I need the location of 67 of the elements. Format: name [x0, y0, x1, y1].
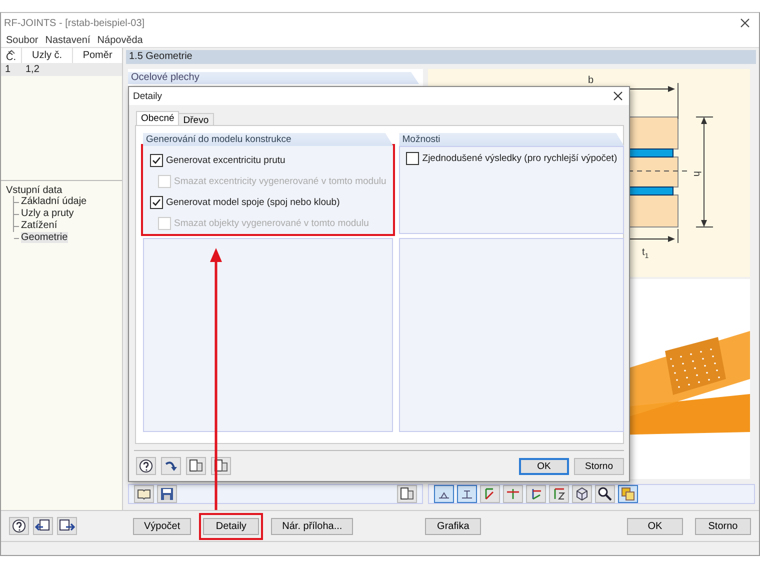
menu-item[interactable]: Nastavení — [45, 34, 90, 46]
cube-icon — [574, 486, 590, 502]
document-icon — [400, 487, 414, 501]
dialog-button[interactable]: OK — [519, 458, 569, 474]
dimension-label: t$_{1}$ — [642, 247, 649, 260]
axis-icon — [505, 486, 521, 502]
export-button[interactable] — [397, 485, 417, 503]
view-button[interactable] — [595, 485, 615, 503]
menu-item[interactable]: Nápověda — [97, 34, 143, 46]
option-label[interactable]: Generovat excentricitu prutu — [166, 154, 286, 166]
table-cell: 1,2 — [22, 63, 73, 76]
tree-item[interactable]: Uzly a pruty — [21, 208, 74, 219]
group-header: Generování do modelu konstrukce — [143, 133, 394, 146]
section-header: Ocelové plechy — [128, 72, 419, 84]
export-icon — [59, 519, 75, 533]
dialog-button[interactable]: Storno — [574, 458, 624, 474]
footer-button[interactable]: Nár. příloha... — [271, 518, 354, 534]
tree-item[interactable]: Základní údaje — [21, 196, 87, 207]
footer-button[interactable]: Storno — [695, 518, 751, 534]
tab[interactable]: Dřevo — [178, 113, 214, 125]
help-icon — [139, 459, 153, 473]
load-button[interactable] — [186, 457, 206, 475]
panel-header: 1.5 Geometrie — [126, 50, 756, 64]
document-icon — [214, 459, 228, 473]
column-header[interactable]: Uzly č. — [22, 48, 73, 63]
table-cell: 1 — [1, 63, 22, 76]
footer-button[interactable]: OK — [627, 518, 683, 534]
footer-button[interactable]: Výpočet — [133, 518, 192, 534]
group-header: Možnosti — [399, 133, 624, 146]
export-button[interactable] — [57, 517, 77, 535]
close-icon[interactable] — [613, 91, 623, 101]
view-button[interactable] — [549, 485, 569, 503]
window-title: RF-JOINTS - [rstab-beispiel-03] — [4, 18, 145, 28]
close-icon[interactable] — [740, 18, 750, 28]
curved-arrow-icon — [164, 459, 178, 473]
checkbox[interactable] — [406, 152, 420, 164]
checkbox[interactable] — [150, 154, 163, 166]
tab[interactable]: Obecné — [136, 111, 180, 125]
import-button[interactable] — [33, 517, 53, 535]
zoom-icon — [597, 486, 613, 502]
footer-button[interactable]: Grafika — [425, 518, 482, 534]
view-button[interactable] — [526, 485, 546, 503]
column-header[interactable]: Poměr — [72, 48, 122, 63]
option-label[interactable]: Zjednodušené výsledky (pro rychlejší výpočet) — [422, 152, 618, 164]
save-button[interactable] — [157, 485, 177, 503]
tree-item[interactable]: Vstupní data — [6, 185, 62, 196]
footer-button[interactable]: Detaily — [203, 518, 260, 534]
book-icon — [137, 487, 151, 501]
dimension-label: b — [588, 75, 594, 86]
checkbox[interactable] — [150, 196, 163, 208]
dialog-title: Detaily — [133, 90, 162, 102]
sort-icon[interactable] — [8, 50, 14, 54]
help-icon — [12, 519, 26, 533]
layers-icon — [620, 486, 636, 502]
save-icon — [160, 487, 174, 501]
book-button[interactable] — [134, 485, 154, 503]
tree-item[interactable]: Zatížení — [21, 220, 58, 231]
tree-item[interactable]: Geometrie — [21, 232, 68, 243]
dimension-label: h — [691, 171, 702, 177]
menu-item[interactable]: Soubor — [6, 34, 38, 46]
redo-button[interactable] — [161, 457, 181, 475]
view-button[interactable] — [572, 485, 592, 503]
help-button[interactable] — [136, 457, 156, 475]
import-icon — [35, 519, 51, 533]
document-icon — [189, 459, 203, 473]
help-button[interactable] — [9, 517, 29, 535]
option-label[interactable]: Generovat model spoje (spoj nebo kloub) — [166, 196, 340, 208]
